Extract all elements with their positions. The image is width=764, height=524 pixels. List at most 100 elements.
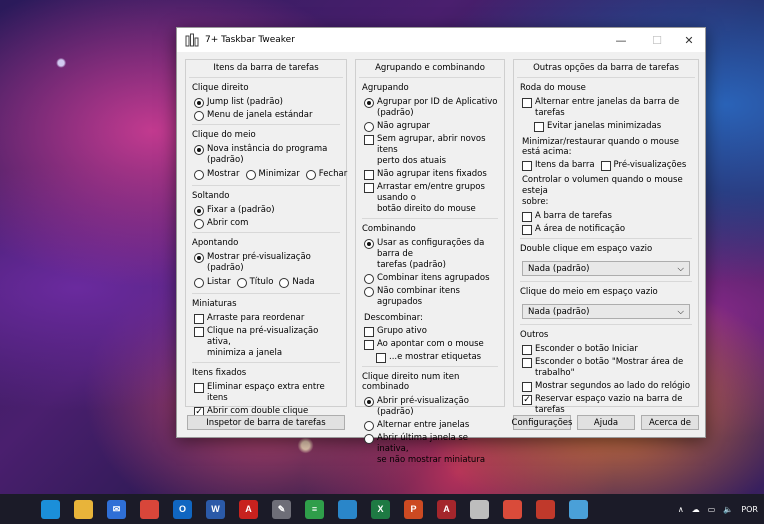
check-no-group-pinned[interactable]: Não agrupar itens fixados [364,169,498,180]
dropping-section: Soltando Fixar a (padrão) Abrir com [192,186,340,233]
option-label-line: (padrão) [377,108,414,118]
check-remove-space[interactable]: Eliminar espaço extra entre itens [194,382,340,404]
check-open-near[interactable]: Sem agrupar, abrir novos itens perto dos … [364,134,498,167]
radio-use-taskbar-settings[interactable]: Usar as configurações da barra de tarefas… [364,238,498,271]
radio-group-by-appid[interactable]: Agrupar por ID de Aplicativo (padrão) [364,97,498,119]
chevron-up-icon[interactable]: ∧ [678,505,684,514]
check-drag-reorder[interactable]: Arraste para reordenar [194,313,340,324]
radio-icon [364,274,374,284]
outlook-icon[interactable]: O [173,499,192,519]
radio-nothing[interactable]: Nada [279,277,315,288]
powerpoint-icon[interactable]: P [404,499,423,519]
check-cycle-windows[interactable]: Alternar entre janelas da barra de taref… [522,97,692,119]
minimize-button[interactable]: — [605,28,637,52]
option-label: Ao apontar com o mouse [377,339,484,349]
radio-open-with[interactable]: Abrir com [194,218,340,229]
middle-click-section: Clique do meio Nova instância do program… [192,125,347,186]
volume-icon[interactable]: 🔈 [723,505,733,514]
check-on-hover[interactable]: Ao apontar com o mouse [364,339,498,350]
checkbox-icon [364,327,374,337]
windows-taskbar: ✉ O W A ✎ ≡ X P A ∧ ☁ ▭ 🔈 POR [0,494,764,524]
inspector-button[interactable]: Inspetor de barra de tarefas [187,415,345,430]
check-show-seconds[interactable]: Mostrar segundos ao lado do relógio [522,381,692,392]
radio-new-instance[interactable]: Nova instância do programa (padrão) [194,144,340,166]
word-icon[interactable]: W [206,499,225,519]
mail-icon[interactable]: ✉ [107,499,126,519]
calculator-app-icon[interactable]: ≡ [305,499,324,519]
radio-show-preview[interactable]: Mostrar pré-visualização (padrão) [194,252,340,274]
check-volume-taskbar[interactable]: A barra de tarefas [522,211,692,222]
check-volume-notification[interactable]: A área de notificação [522,224,692,235]
section-title: Clique do meio [192,130,256,140]
radio-selected-icon [364,397,374,407]
close-button[interactable]: ✕ [673,28,705,52]
option-label-line: minimiza a janela [207,348,283,358]
checkbox-icon [194,327,204,337]
cloud-icon[interactable]: ☁ [692,505,700,514]
option-label-line: Sem agrupar, abrir novos itens [377,134,486,155]
option-label-line: Arrastar em/entre grupos usando o [377,182,485,203]
language-indicator[interactable]: POR [741,505,758,514]
check-previews[interactable]: Pré-visualizações [600,160,686,171]
checkbox-icon [194,383,204,393]
radio-pin-to[interactable]: Fixar a (padrão) [194,205,340,216]
radio-close[interactable]: Fechar [305,169,347,180]
radio-minimize[interactable]: Minimizar [245,169,300,180]
taskbar-tweaker-icon[interactable]: ✎ [272,499,291,519]
option-label-line: Agrupar por ID de Aplicativo [377,97,498,107]
radio-jump-list[interactable]: Jump list (padrão) [194,97,340,108]
check-drag-right-button[interactable]: Arrastar em/entre grupos usando o botão d… [364,182,498,215]
radio-icon [364,122,374,132]
radio-no-combine[interactable]: Não combinar itens agrupados [364,286,498,308]
check-hide-show-desktop[interactable]: Esconder o botão "Mostrar área de trabal… [522,357,692,379]
radio-no-group[interactable]: Não agrupar [364,121,498,132]
option-label: Não agrupar [377,121,431,131]
network-icon[interactable]: ▭ [708,505,716,514]
double-click-section: Double clique em espaço vazio Nada (padr… [520,239,692,282]
clock-app-icon[interactable] [470,499,489,519]
settings-button[interactable]: Configurações [512,415,572,430]
chrome-icon[interactable] [140,499,159,519]
radio-switch-windows[interactable]: Alternar entre janelas [364,420,498,431]
option-label: Mostrar segundos ao lado do relógio [535,381,691,391]
acrobat-icon[interactable]: A [239,499,258,519]
checkbox-icon [364,135,374,145]
checkbox-icon [522,98,532,108]
check-skip-minimized[interactable]: Evitar janelas minimizadas [534,121,692,132]
help-button[interactable]: Ajuda [577,415,635,430]
option-label: Mostrar [207,169,240,179]
check-reserve-space[interactable]: ✓ Reservar espaço vazio na barra de taref… [522,394,692,416]
double-click-dropdown[interactable]: Nada (padrão) ⌵ [522,261,690,276]
paint-app-icon[interactable] [569,499,588,519]
maximize-button[interactable]: ☐ [641,28,673,52]
check-show-labels[interactable]: ...e mostrar etiquetas [376,352,498,363]
access-icon[interactable]: A [437,499,456,519]
radio-standard-menu[interactable]: Menu de janela estándar [194,110,340,121]
excel-icon[interactable]: X [371,499,390,519]
eye-app-icon[interactable] [536,499,555,519]
middle-click-dropdown[interactable]: Nada (padrão) ⌵ [522,304,690,319]
check-taskbar-items[interactable]: Itens da barra [522,160,595,171]
others-section: Outros Esconder o botão Iniciar Esconder… [520,325,692,416]
option-label: Abrir com [207,218,249,228]
radio-open-preview[interactable]: Abrir pré-visualização (padrão) [364,396,498,418]
radio-list[interactable]: Listar [194,277,231,288]
option-label: Arraste para reordenar [207,313,305,323]
globe-app-icon[interactable] [503,499,522,519]
radio-combine[interactable]: Combinar itens agrupados [364,273,498,284]
volume-label-line: sobre: [522,197,549,207]
title-bar[interactable]: 7+ Taskbar Tweaker — ☐ ✕ [177,28,705,52]
photos-icon[interactable] [338,499,357,519]
option-label: Nada [292,277,315,287]
file-explorer-icon[interactable] [74,499,93,519]
check-click-minimize[interactable]: Clique na pré-visualização ativa, minimiz… [194,326,340,359]
radio-show[interactable]: Mostrar [194,169,240,180]
radio-open-last-window[interactable]: Abrir última janela se inativa, se não mo… [364,433,498,466]
check-active-group[interactable]: Grupo ativo [364,326,498,337]
about-button[interactable]: Acerca de [641,415,699,430]
edge-icon[interactable] [41,499,60,519]
radio-icon [364,421,374,431]
radio-title[interactable]: Título [236,277,273,288]
check-hide-start[interactable]: Esconder o botão Iniciar [522,344,692,355]
option-label: Listar [207,277,231,287]
